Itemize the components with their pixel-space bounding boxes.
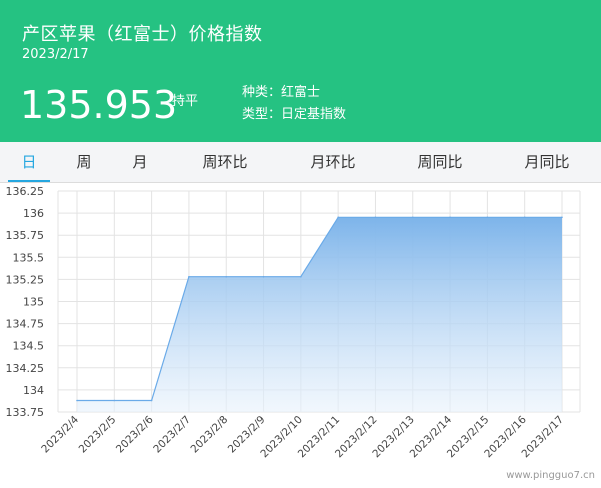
tab-day[interactable]: 日 (8, 142, 50, 182)
y-tick-label: 135 (23, 296, 44, 309)
tab-week[interactable]: 周 (66, 142, 102, 182)
data-point (523, 216, 526, 219)
y-tick-label: 135.25 (6, 273, 45, 286)
y-tick-label: 134 (23, 384, 44, 397)
area-series (76, 216, 563, 412)
tab-month-yoy[interactable]: 月同比 (512, 142, 582, 182)
data-point (449, 216, 451, 219)
price-index-chart: 133.75 134 134.25 134.5 134.75 135 135.25 135.5… (6, 185, 581, 460)
x-tick-label: 2023/2/4 (39, 413, 81, 455)
tab-month-mom[interactable]: 月环比 (298, 142, 368, 182)
x-axis: 2023/2/42023/2/52023/2/62023/2/72023/2/8… (39, 413, 566, 460)
y-tick-label: 134.25 (6, 362, 45, 375)
y-tick-label: 134.5 (13, 340, 45, 353)
data-point (337, 216, 339, 219)
x-tick-label: 2023/2/8 (189, 414, 231, 456)
tab-week-mom[interactable]: 周环比 (190, 142, 260, 182)
x-tick-label: 2023/2/5 (77, 414, 119, 456)
header: 产区苹果（红富士）价格指数 2023/2/17 135.953 持平 种类：红富… (0, 0, 601, 142)
y-tick-label: 135.5 (13, 251, 45, 264)
period-tabs: 日 周 月 周环比 月环比 周同比 月同比 (0, 142, 601, 183)
data-point (188, 275, 190, 278)
data-point (150, 399, 153, 402)
data-point (486, 216, 489, 219)
data-point (374, 216, 377, 219)
y-tick-label: 136.25 (6, 185, 45, 198)
y-tick-label: 134.75 (6, 318, 45, 331)
data-point (561, 216, 563, 219)
x-tick-label: 2023/2/6 (114, 413, 156, 455)
watermark: www.pingguo7.cn (506, 470, 595, 481)
data-point (262, 275, 265, 278)
page-title: 产区苹果（红富士）价格指数 (22, 24, 263, 45)
type-label: 类型：日定基指数 (242, 107, 347, 122)
y-tick-label: 136 (23, 207, 44, 220)
data-point (225, 275, 228, 278)
data-point (113, 399, 116, 402)
data-point (76, 399, 78, 402)
change-label: 持平 (172, 94, 199, 109)
x-tick-label: 2023/2/7 (151, 414, 193, 456)
date-label: 2023/2/17 (22, 47, 89, 62)
y-tick-label: 133.75 (6, 406, 45, 419)
y-axis: 133.75 134 134.25 134.5 134.75 135 135.25 135.5… (6, 185, 45, 419)
y-tick-label: 135.75 (6, 229, 45, 242)
tab-month[interactable]: 月 (122, 142, 158, 182)
data-point (411, 216, 414, 219)
tab-week-yoy[interactable]: 周同比 (405, 142, 475, 182)
data-point (300, 275, 302, 278)
variety-label: 种类：红富士 (242, 85, 321, 100)
index-value: 135.953 (20, 83, 178, 127)
